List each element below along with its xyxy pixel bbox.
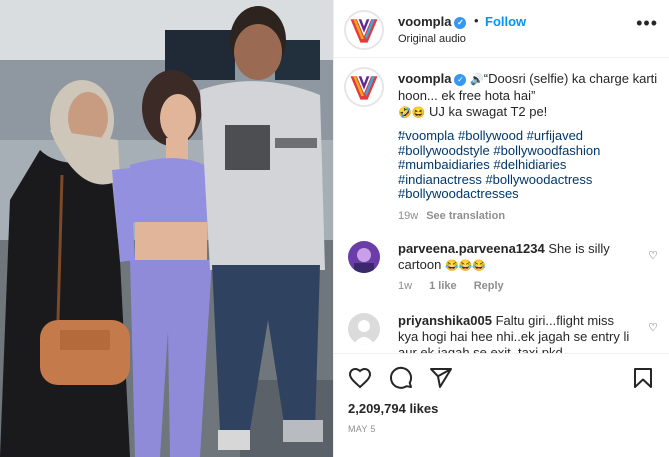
comments-scroll-area[interactable]: voompla ✓ 🔊“Doosri (selfie) ka charge kar… — [334, 59, 669, 353]
comment-text: priyanshika005 Faltu giri...flight miss … — [398, 313, 634, 353]
reply-button[interactable]: Reply — [474, 280, 504, 292]
author-username[interactable]: voompla — [398, 14, 451, 29]
post-actions-bar: 2,209,794 likes MAY 5 — [334, 353, 669, 457]
hashtag-link[interactable]: #bollywoodactresses — [398, 186, 519, 202]
commenter-username[interactable]: parveena.parveena1234 — [398, 241, 545, 256]
avatar-image — [348, 241, 380, 273]
comment-like-heart-icon[interactable]: ♡ — [648, 321, 658, 334]
author-avatar[interactable] — [344, 10, 384, 50]
comment-like-heart-icon[interactable]: ♡ — [648, 249, 658, 262]
hashtag-link[interactable]: #mumbaidiaries — [398, 157, 490, 172]
hashtag-link[interactable]: #urfijaved — [527, 128, 583, 143]
speaker-icon: 🔊 — [470, 74, 484, 86]
voompla-logo-icon — [346, 69, 382, 105]
hashtag-link[interactable]: #indianactress — [398, 172, 482, 187]
comment-text: parveena.parveena1234 She is silly carto… — [398, 241, 634, 274]
audio-link[interactable]: Original audio — [398, 33, 466, 45]
separator-dot: • — [474, 13, 479, 28]
post-header: voompla ✓ • Follow Original audio ••• — [334, 0, 669, 58]
caption-emojis: 🤣😆 — [398, 107, 426, 119]
hashtag-link[interactable]: #delhidiaries — [493, 157, 566, 172]
bookmark-icon[interactable] — [631, 366, 655, 390]
hashtag-link[interactable]: #voompla — [398, 128, 454, 143]
post-media[interactable] — [0, 0, 333, 457]
follow-button[interactable]: Follow — [485, 14, 526, 29]
commenter-avatar[interactable] — [348, 313, 380, 345]
author-username-row: voompla ✓ — [398, 14, 467, 29]
voompla-logo-icon — [346, 12, 382, 48]
more-options-icon[interactable]: ••• — [636, 14, 658, 32]
caption-meta: 19w See translation — [398, 210, 505, 222]
caption-avatar[interactable] — [344, 67, 384, 107]
comment-icon[interactable] — [389, 366, 413, 390]
post-date[interactable]: MAY 5 — [348, 424, 376, 434]
caption-age: 19w — [398, 210, 419, 222]
see-translation-link[interactable]: See translation — [426, 210, 505, 222]
share-icon[interactable] — [429, 366, 453, 390]
caption-username[interactable]: voompla — [398, 71, 451, 86]
post-side-panel: voompla ✓ • Follow Original audio ••• voo… — [333, 0, 669, 457]
comment-likes[interactable]: 1 like — [429, 280, 457, 292]
verified-badge-icon: ✓ — [454, 16, 467, 29]
comment-meta: 1w 1 like Reply — [398, 280, 518, 292]
comment-emojis: 😂😂😂 — [445, 260, 487, 272]
hashtag-link[interactable]: #bollywoodstyle — [398, 143, 490, 158]
default-avatar-icon — [348, 313, 380, 345]
hashtag-link[interactable]: #bollywood — [458, 128, 523, 143]
post-video-frame — [0, 0, 333, 457]
hashtags: #voompla #bollywood #urfijaved #bollywoo… — [398, 128, 660, 202]
likes-count[interactable]: 2,209,794 likes — [348, 401, 438, 416]
hashtag-link[interactable]: #bollywoodactress — [485, 172, 592, 187]
verified-badge-icon: ✓ — [454, 73, 467, 86]
heart-icon[interactable] — [348, 366, 372, 390]
commenter-username[interactable]: priyanshika005 — [398, 313, 492, 328]
commenter-avatar[interactable] — [348, 241, 380, 273]
hashtag-link[interactable]: #bollywoodfashion — [493, 143, 600, 158]
caption-line2: UJ ka swagat T2 pe! — [429, 104, 548, 119]
comment-age: 1w — [398, 280, 413, 292]
